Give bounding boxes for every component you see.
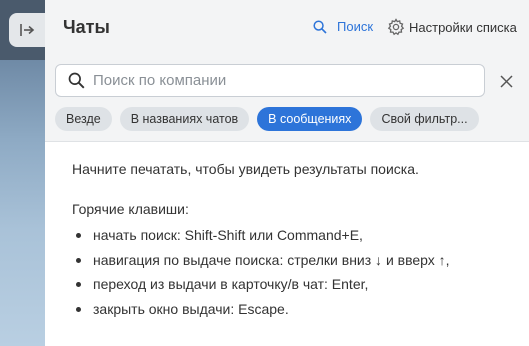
search-button[interactable]: Поиск — [313, 19, 373, 34]
hotkeys-title: Горячие клавиши: — [72, 201, 189, 217]
search-results-placeholder: Начните печатать, чтобы увидеть результа… — [72, 160, 512, 321]
background-strip — [0, 0, 45, 346]
bullet-icon — [76, 233, 81, 238]
list-item: переход из выдачи в карточку/в чат: Ente… — [72, 272, 512, 297]
bullet-icon — [76, 257, 81, 263]
search-filter-chips: Везде В названиях чатов В сообщениях Сво… — [55, 107, 487, 131]
hotkey-text: начать поиск: Shift-Shift или Command+E, — [93, 227, 363, 243]
list-settings-label: Настройки списка — [409, 19, 517, 35]
search-icon — [68, 72, 85, 89]
list-item: навигация по выдаче поиска: стрелки вниз… — [72, 248, 512, 273]
list-item: начать поиск: Shift-Shift или Command+E, — [72, 223, 512, 248]
gear-icon — [387, 18, 405, 36]
list-item: закрыть окно выдачи: Escape. — [72, 297, 512, 322]
chats-panel: Чаты Поиск Настройки списка Поиск по ком… — [45, 0, 529, 346]
company-search-box[interactable] — [55, 64, 485, 97]
hotkey-text: закрыть окно выдачи: Escape. — [93, 300, 289, 317]
filter-chip-messages[interactable]: В сообщениях — [257, 107, 363, 131]
search-area: Везде В названиях чатов В сообщениях Сво… — [45, 56, 529, 142]
list-settings-button[interactable]: Настройки списка — [387, 18, 517, 36]
bullet-icon — [76, 306, 81, 312]
search-button-label: Поиск — [337, 19, 374, 34]
hotkey-text: переход из выдачи в карточку/в чат: Ente… — [93, 276, 369, 292]
search-icon — [313, 19, 327, 34]
filter-chip-custom[interactable]: Свой фильтр... — [370, 107, 479, 131]
bullet-icon — [76, 282, 81, 287]
hotkey-text: навигация по выдаче поиска: стрелки вниз… — [93, 251, 450, 268]
close-search-button[interactable] — [495, 70, 517, 92]
panel-header: Чаты Поиск Настройки списка — [45, 0, 529, 56]
close-icon — [499, 74, 513, 88]
collapse-panel-icon — [20, 24, 35, 36]
company-search-input[interactable] — [93, 72, 473, 89]
filter-chip-chat-names[interactable]: В названиях чатов — [119, 107, 250, 131]
search-hint: Начните печатать, чтобы увидеть результа… — [72, 161, 419, 177]
page-title: Чаты — [63, 17, 110, 37]
collapse-panel-button[interactable] — [9, 13, 45, 47]
filter-chip-everywhere[interactable]: Везде — [55, 107, 112, 131]
hotkeys-list: начать поиск: Shift-Shift или Command+E,… — [72, 223, 512, 321]
